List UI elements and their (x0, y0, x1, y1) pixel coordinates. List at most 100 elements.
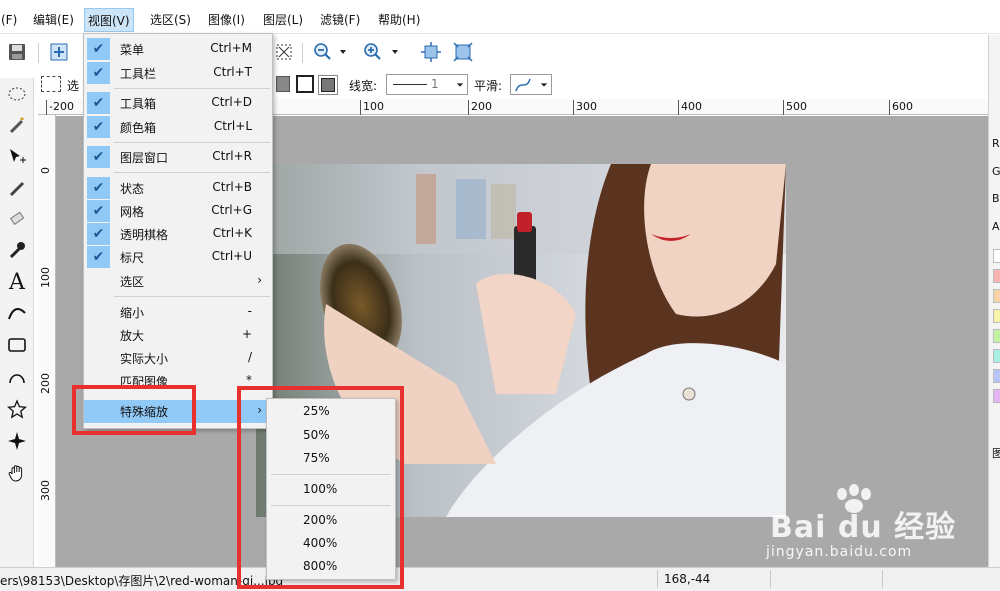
smooth-label: 平滑: (474, 79, 503, 93)
pencil-icon[interactable] (4, 175, 30, 201)
fill-style-swatch[interactable] (276, 76, 290, 92)
check-icon: ✔ (87, 146, 110, 168)
chevron-down-icon (540, 83, 548, 87)
ellipse-select-icon[interactable] (4, 81, 30, 107)
ruler-label: 500 (783, 100, 807, 115)
eraser-icon[interactable] (4, 206, 30, 232)
menu-item-toolbox[interactable]: ✔ 工具箱 Ctrl+D (84, 92, 272, 115)
check-icon: ✔ (87, 246, 110, 268)
menu-item-zoom-in[interactable]: 放大 + (84, 324, 272, 347)
menu-edit[interactable]: 编辑(E) (30, 8, 77, 32)
rectangle-icon[interactable] (4, 332, 30, 358)
ruler-label: 400 (678, 100, 702, 115)
ellipse-icon[interactable] (4, 364, 30, 390)
check-icon: ✔ (87, 200, 110, 222)
fill-outline-style-button[interactable] (318, 75, 338, 95)
rect-select-icon[interactable] (41, 76, 61, 92)
chevron-down-icon[interactable] (388, 39, 402, 65)
chevron-right-icon: › (257, 273, 262, 287)
zoom-in-icon[interactable] (360, 39, 386, 65)
check-icon: ✔ (87, 223, 110, 245)
move-selection-icon[interactable] (4, 144, 30, 170)
menu-bar: (F) 编辑(E) 视图(V) 选区(S) 图像(I) 图层(L) 滤镜(F) … (0, 0, 1000, 34)
channel-label-b: B (992, 192, 1000, 205)
menu-item-actual-size[interactable]: 实际大小 / (84, 347, 272, 370)
hand-pan-icon[interactable] (4, 460, 30, 486)
color-swatch[interactable] (993, 389, 1000, 403)
fit-window-icon[interactable] (418, 39, 444, 65)
zoom-out-icon[interactable] (310, 39, 336, 65)
menu-item-transparency-grid[interactable]: ✔ 透明棋格 Ctrl+K (84, 223, 272, 246)
menu-item-selection[interactable]: 选区 › (84, 270, 272, 293)
color-swatch[interactable] (993, 369, 1000, 383)
status-divider (882, 570, 883, 588)
menu-item-menubar[interactable]: ✔ 菜单 Ctrl+M (84, 38, 272, 61)
color-swatch[interactable] (993, 329, 1000, 343)
color-panel: R G B A 图 (988, 35, 1000, 567)
menu-item-status[interactable]: ✔ 状态 Ctrl+B (84, 177, 272, 200)
actual-size-icon[interactable] (450, 39, 476, 65)
linewidth-select[interactable]: 1 (386, 74, 468, 95)
smooth-select[interactable] (510, 74, 552, 95)
menu-separator (114, 172, 270, 173)
color-swatch[interactable] (993, 249, 1000, 263)
linewidth-label: 线宽: (349, 79, 378, 93)
crop-icon[interactable] (271, 39, 297, 65)
outline-style-button[interactable] (296, 75, 314, 93)
star-icon[interactable] (4, 396, 30, 422)
menu-view[interactable]: 视图(V) (84, 8, 134, 32)
check-icon: ✔ (87, 92, 110, 114)
check-icon: ✔ (87, 62, 110, 84)
status-divider (770, 570, 771, 588)
menu-help[interactable]: 帮助(H) (375, 8, 423, 32)
magic-wand-icon[interactable] (4, 112, 30, 138)
watermark-url: jingyan.baidu.com (766, 544, 913, 560)
menu-image[interactable]: 图像(I) (205, 8, 248, 32)
ruler-label: 200 (39, 373, 52, 394)
tools-panel: A (0, 78, 34, 568)
check-icon: ✔ (87, 116, 110, 138)
view-dropdown-menu: ✔ 菜单 Ctrl+M ✔ 工具栏 Ctrl+T ✔ 工具箱 Ctrl+D ✔ … (83, 33, 273, 429)
menu-file[interactable]: (F) (0, 8, 20, 32)
color-picker-icon[interactable] (4, 237, 30, 263)
menu-separator (114, 296, 270, 297)
menu-item-zoom-out[interactable]: 缩小 - (84, 301, 272, 324)
status-coordinates: 168,-44 (664, 572, 711, 586)
check-icon: ✔ (87, 38, 110, 60)
select-label: 选 (67, 79, 80, 93)
vertical-ruler: 0 100 200 300 (38, 115, 56, 567)
highlight-box-special-zoom (72, 385, 196, 435)
curve-icon[interactable] (4, 300, 30, 326)
ruler-label: 200 (468, 100, 492, 115)
ruler-label: 100 (360, 100, 384, 115)
layers-label: 图 (992, 445, 1000, 461)
color-swatch[interactable] (993, 349, 1000, 363)
menu-item-colorbox[interactable]: ✔ 颜色箱 Ctrl+L (84, 116, 272, 139)
ruler-label: 600 (889, 100, 913, 115)
chevron-down-icon (456, 83, 464, 87)
status-divider (657, 570, 658, 588)
menu-item-grid[interactable]: ✔ 网格 Ctrl+G (84, 200, 272, 223)
menu-item-ruler[interactable]: ✔ 标尺 Ctrl+U (84, 246, 272, 269)
menu-item-toolbar[interactable]: ✔ 工具栏 Ctrl+T (84, 62, 272, 85)
ruler-label: 0 (39, 167, 52, 174)
menu-filter[interactable]: 滤镜(F) (317, 8, 363, 32)
watermark-brand: Bai du 经验 (770, 510, 957, 545)
sparkle-icon[interactable] (4, 428, 30, 454)
color-swatch[interactable] (993, 269, 1000, 283)
new-layer-icon[interactable] (46, 39, 72, 65)
menu-separator (114, 142, 270, 143)
check-icon: ✔ (87, 177, 110, 199)
menu-item-layers-window[interactable]: ✔ 图层窗口 Ctrl+R (84, 146, 272, 169)
baidu-watermark: Bai du 经验 jingyan.baidu.com (762, 484, 962, 564)
antialias-curve-icon (515, 78, 531, 92)
status-bar: ers\98153\Desktop\存图片\2\red-woman-gi...j… (0, 567, 1000, 591)
menu-layer[interactable]: 图层(L) (260, 8, 306, 32)
color-swatch[interactable] (993, 309, 1000, 323)
ruler-label: -200 (46, 100, 74, 115)
text-tool-icon[interactable]: A (4, 269, 30, 295)
save-icon[interactable] (4, 39, 30, 65)
color-swatch[interactable] (993, 289, 1000, 303)
menu-select[interactable]: 选区(S) (147, 8, 194, 32)
chevron-down-icon[interactable] (336, 39, 350, 65)
